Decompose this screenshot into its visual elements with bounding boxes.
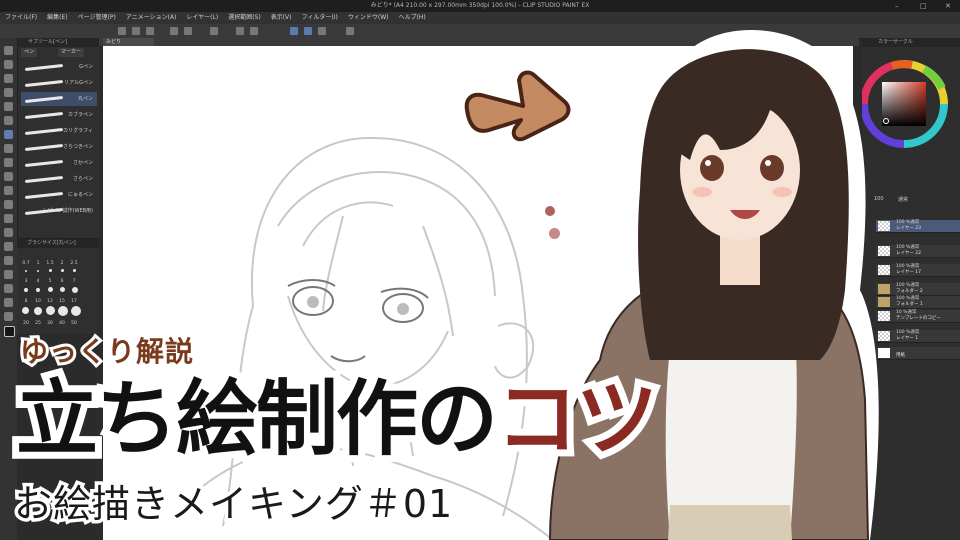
subtool-item[interactable]: にゅるペン bbox=[21, 188, 97, 202]
snap-icon[interactable] bbox=[290, 27, 298, 35]
subtool-item-selected[interactable]: 丸ペン bbox=[21, 92, 97, 106]
subtool-item[interactable]: さらペン bbox=[21, 172, 97, 186]
undo-icon[interactable] bbox=[170, 27, 178, 35]
subtool-tab[interactable]: サブツール[ペン] bbox=[18, 38, 100, 47]
blend-mode[interactable]: 通常 bbox=[898, 196, 908, 203]
blend-icon[interactable] bbox=[4, 214, 13, 223]
brush-dot bbox=[37, 270, 39, 272]
brush-dot bbox=[25, 270, 27, 272]
menu-animation[interactable]: アニメーション(A) bbox=[121, 12, 182, 24]
brush-dot bbox=[48, 287, 53, 292]
subtool-panel: サブツール[ペン] ペン マーカー Gペン リアルGペン 丸ペン カブラペン カ… bbox=[17, 38, 100, 238]
layer-row[interactable]: 100 %通常 フォルダー 1 bbox=[876, 296, 960, 309]
hand-icon[interactable] bbox=[4, 60, 13, 69]
clear-icon[interactable] bbox=[210, 27, 218, 35]
menu-selection[interactable]: 選択範囲(S) bbox=[223, 12, 266, 24]
brush-dot bbox=[58, 306, 68, 316]
subtool-item[interactable]: カブラペン bbox=[21, 108, 97, 122]
main-title-accent: コツ bbox=[489, 365, 665, 474]
main-title-text: 立ち絵制作の bbox=[9, 365, 505, 474]
brush-dot bbox=[73, 269, 76, 272]
group-pen[interactable]: ペン bbox=[21, 48, 38, 57]
brush-dot bbox=[46, 306, 55, 315]
menu-view[interactable]: 表示(V) bbox=[266, 12, 297, 24]
subtool-item[interactable]: カリグラフィ bbox=[21, 124, 97, 138]
text-icon[interactable] bbox=[4, 298, 13, 307]
close-icon[interactable]: ✕ bbox=[945, 0, 951, 12]
menu-file[interactable]: ファイル(F) bbox=[0, 12, 42, 24]
layer-row[interactable]: 100 %通常 レイヤー 23 bbox=[876, 220, 960, 233]
document-tab[interactable]: みどり bbox=[103, 38, 154, 46]
menu-edit[interactable]: 編集(E) bbox=[42, 12, 72, 24]
layer-row[interactable]: 10 %通常 テンプレートのコピー bbox=[876, 310, 960, 323]
brush-size-panel: ブラシサイズ[丸ペン] 0.7 1 1.5 2 2.5 34567 8 10 12 15 17 … bbox=[17, 238, 99, 334]
redo-icon[interactable] bbox=[184, 27, 192, 35]
brush-dot bbox=[22, 307, 29, 314]
maximize-icon[interactable]: □ bbox=[920, 0, 927, 12]
fill-icon[interactable] bbox=[4, 228, 13, 237]
layer-row[interactable]: 用紙 bbox=[876, 347, 960, 360]
ruler-icon[interactable] bbox=[4, 284, 13, 293]
brush-dot bbox=[34, 307, 42, 315]
layer-row[interactable]: 100 %通常 フォルダー 2 bbox=[876, 283, 960, 296]
figure-icon[interactable] bbox=[4, 256, 13, 265]
move-icon[interactable] bbox=[4, 74, 13, 83]
subtool-item[interactable]: しげペン試作(WEB用) bbox=[21, 204, 97, 218]
layer-row[interactable]: 100 %通常 レイヤー 17 bbox=[876, 264, 960, 277]
subtool-item[interactable]: Gペン bbox=[21, 60, 97, 74]
layer-row[interactable]: 100 %通常 レイヤー 22 bbox=[876, 245, 960, 258]
pencil-icon[interactable] bbox=[4, 144, 13, 153]
select-icon[interactable] bbox=[4, 88, 13, 97]
smartphone-icon[interactable] bbox=[346, 27, 354, 35]
menu-layer[interactable]: レイヤー(L) bbox=[181, 12, 223, 24]
balloon-icon[interactable] bbox=[4, 312, 13, 321]
airbrush-icon[interactable] bbox=[4, 172, 13, 181]
save-icon[interactable] bbox=[146, 27, 154, 35]
main-title: 立ち絵制作のコツ bbox=[9, 365, 665, 474]
brush-dot bbox=[71, 306, 81, 316]
frame-icon[interactable] bbox=[4, 270, 13, 279]
brush-size-row: 34567 bbox=[24, 279, 76, 284]
brush-icon[interactable] bbox=[4, 158, 13, 167]
main-color-swatch[interactable] bbox=[4, 326, 15, 337]
subtool-item[interactable]: リアルGペン bbox=[21, 76, 97, 90]
minimize-icon[interactable]: – bbox=[895, 0, 899, 12]
grid-icon[interactable] bbox=[318, 27, 326, 35]
eyedropper-icon[interactable] bbox=[4, 116, 13, 125]
invert-icon[interactable] bbox=[250, 27, 258, 35]
brush-size-row: 8 10 12 15 17 bbox=[24, 299, 77, 304]
tool-palette bbox=[0, 38, 17, 540]
subtitle: お絵描きメイキング＃01 bbox=[10, 479, 455, 530]
lasso-icon[interactable] bbox=[4, 102, 13, 111]
brush-size-row: 20 25 30 40 50 bbox=[23, 321, 77, 326]
menu-filter[interactable]: フィルター(I) bbox=[297, 12, 343, 24]
zoom-icon[interactable] bbox=[4, 46, 13, 55]
kicker-text: ゆっくり解説 bbox=[17, 332, 196, 371]
brush-size-row: 0.7 1 1.5 2 2.5 bbox=[22, 261, 78, 266]
ruler-snap-icon[interactable] bbox=[304, 27, 312, 35]
brush-dot bbox=[60, 287, 65, 292]
decoration-icon[interactable] bbox=[4, 186, 13, 195]
menu-window[interactable]: ウィンドウ(W) bbox=[343, 12, 394, 24]
brush-dot bbox=[61, 269, 64, 272]
eraser-icon[interactable] bbox=[4, 200, 13, 209]
pen-tool-icon[interactable] bbox=[4, 130, 13, 139]
brush-dot bbox=[36, 288, 40, 292]
deselect-icon[interactable] bbox=[236, 27, 244, 35]
group-marker[interactable]: マーカー bbox=[58, 48, 85, 57]
subtool-item[interactable]: さかペン bbox=[21, 156, 97, 170]
layer-row[interactable]: 100 %通常 レイヤー 1 bbox=[876, 330, 960, 343]
gradient-icon[interactable] bbox=[4, 242, 13, 251]
open-icon[interactable] bbox=[132, 27, 140, 35]
menu-help[interactable]: ヘルプ(H) bbox=[393, 12, 430, 24]
new-icon[interactable] bbox=[118, 27, 126, 35]
brush-dot bbox=[49, 269, 52, 272]
subtool-item[interactable]: さらつきペン bbox=[21, 140, 97, 154]
brush-dot bbox=[24, 288, 28, 292]
menu-page[interactable]: ページ管理(P) bbox=[73, 12, 121, 24]
brush-dot bbox=[72, 287, 78, 293]
brush-size-tab[interactable]: ブラシサイズ[丸ペン] bbox=[17, 239, 99, 248]
